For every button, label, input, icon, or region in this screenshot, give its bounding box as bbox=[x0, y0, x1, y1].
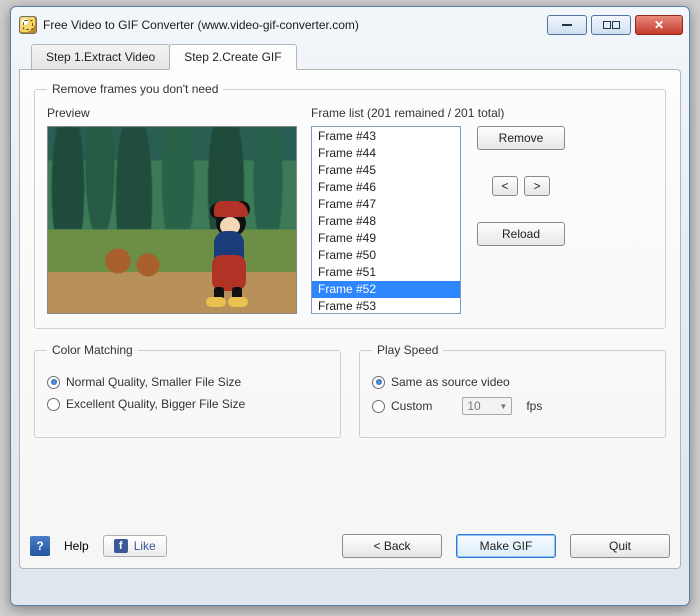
radio-custom-fps[interactable]: Custom 10 ▼ fps bbox=[372, 397, 653, 415]
facebook-like-button[interactable]: f Like bbox=[103, 535, 167, 557]
fps-value: 10 bbox=[467, 399, 480, 413]
app-icon bbox=[19, 16, 37, 34]
reload-button[interactable]: Reload bbox=[477, 222, 565, 246]
fps-suffix: fps bbox=[526, 399, 542, 413]
back-button[interactable]: < Back bbox=[342, 534, 442, 558]
tabstrip: Step 1.Extract Video Step 2.Create GIF bbox=[31, 43, 681, 69]
footer: ? Help f Like < Back Make GIF Quit bbox=[30, 534, 670, 558]
frame-listbox[interactable]: Frame #43Frame #44Frame #45Frame #46Fram… bbox=[311, 126, 461, 314]
window-title: Free Video to GIF Converter (www.video-g… bbox=[43, 18, 359, 32]
maximize-button[interactable] bbox=[591, 15, 631, 35]
radio-excellent-quality[interactable]: Excellent Quality, Bigger File Size bbox=[47, 397, 328, 411]
play-speed-group: Play Speed Same as source video Custom 1… bbox=[359, 343, 666, 438]
remove-frames-group: Remove frames you don't need Preview bbox=[34, 82, 666, 329]
color-matching-group: Color Matching Normal Quality, Smaller F… bbox=[34, 343, 341, 438]
frame-list-item[interactable]: Frame #48 bbox=[312, 213, 460, 230]
radio-icon bbox=[372, 400, 385, 413]
next-frame-button[interactable]: > bbox=[524, 176, 550, 196]
frame-list-item[interactable]: Frame #52 bbox=[312, 281, 460, 298]
radio-normal-quality[interactable]: Normal Quality, Smaller File Size bbox=[47, 375, 328, 389]
radio-label: Same as source video bbox=[391, 375, 510, 389]
frame-list-item[interactable]: Frame #47 bbox=[312, 196, 460, 213]
frame-list-item[interactable]: Frame #51 bbox=[312, 264, 460, 281]
frame-list-item[interactable]: Frame #53 bbox=[312, 298, 460, 314]
preview-image bbox=[47, 126, 297, 314]
preview-character bbox=[198, 197, 268, 307]
chevron-down-icon: ▼ bbox=[499, 402, 507, 411]
tab-create-gif[interactable]: Step 2.Create GIF bbox=[169, 44, 296, 70]
titlebar[interactable]: Free Video to GIF Converter (www.video-g… bbox=[11, 7, 689, 41]
frame-list-item[interactable]: Frame #44 bbox=[312, 145, 460, 162]
like-label: Like bbox=[134, 539, 156, 553]
color-matching-legend: Color Matching bbox=[47, 343, 138, 357]
play-speed-legend: Play Speed bbox=[372, 343, 443, 357]
minimize-button[interactable] bbox=[547, 15, 587, 35]
fps-spinbox[interactable]: 10 ▼ bbox=[462, 397, 512, 415]
tab-extract-video[interactable]: Step 1.Extract Video bbox=[31, 44, 170, 70]
radio-label: Custom bbox=[391, 399, 432, 413]
frame-list-item[interactable]: Frame #45 bbox=[312, 162, 460, 179]
radio-label: Normal Quality, Smaller File Size bbox=[66, 375, 241, 389]
radio-icon bbox=[47, 398, 60, 411]
quit-button[interactable]: Quit bbox=[570, 534, 670, 558]
preview-label: Preview bbox=[47, 106, 297, 120]
prev-frame-button[interactable]: < bbox=[492, 176, 518, 196]
radio-icon bbox=[372, 376, 385, 389]
help-label[interactable]: Help bbox=[64, 539, 89, 553]
radio-label: Excellent Quality, Bigger File Size bbox=[66, 397, 245, 411]
frame-list-item[interactable]: Frame #50 bbox=[312, 247, 460, 264]
remove-frames-legend: Remove frames you don't need bbox=[47, 82, 223, 96]
frame-list-label: Frame list (201 remained / 201 total) bbox=[311, 106, 653, 120]
radio-same-as-source[interactable]: Same as source video bbox=[372, 375, 653, 389]
radio-icon bbox=[47, 376, 60, 389]
close-button[interactable] bbox=[635, 15, 683, 35]
facebook-icon: f bbox=[114, 539, 128, 553]
remove-button[interactable]: Remove bbox=[477, 126, 565, 150]
frame-list-item[interactable]: Frame #49 bbox=[312, 230, 460, 247]
app-window: Free Video to GIF Converter (www.video-g… bbox=[10, 6, 690, 606]
frame-list-item[interactable]: Frame #46 bbox=[312, 179, 460, 196]
tab-page-create-gif: Remove frames you don't need Preview bbox=[19, 69, 681, 569]
help-icon[interactable]: ? bbox=[30, 536, 50, 556]
frame-list-item[interactable]: Frame #43 bbox=[312, 128, 460, 145]
make-gif-button[interactable]: Make GIF bbox=[456, 534, 556, 558]
